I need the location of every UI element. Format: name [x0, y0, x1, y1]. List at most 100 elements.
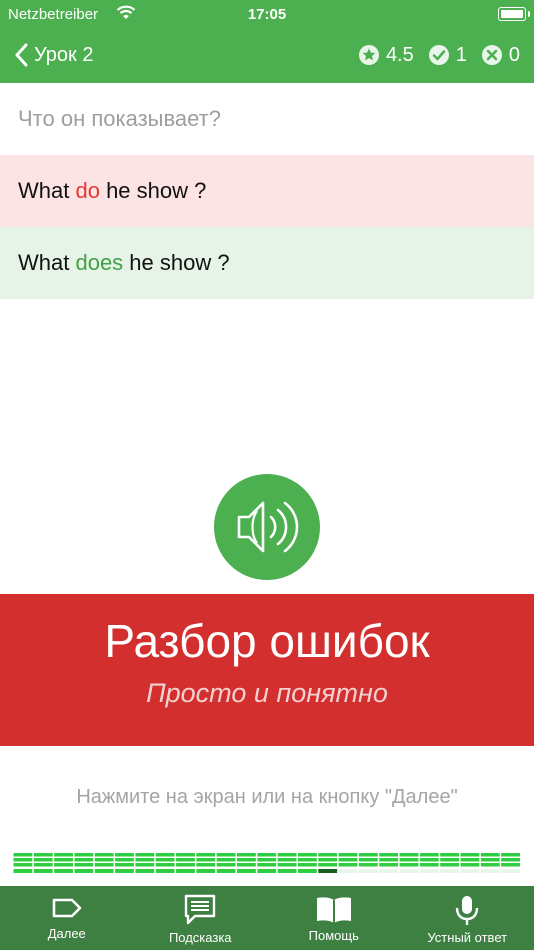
- progress-cell: [216, 853, 236, 857]
- progress-cell: [196, 858, 216, 862]
- progress-cell: [74, 858, 94, 862]
- progress-status-cell: [501, 869, 520, 873]
- microphone-icon: [456, 896, 479, 925]
- progress-cell: [460, 863, 480, 867]
- progress-status-cell: [460, 869, 480, 873]
- rating-stat: 4.5: [358, 44, 414, 67]
- back-label: Урок 2: [34, 43, 94, 66]
- progress-cell: [358, 858, 378, 862]
- progress-cell: [379, 863, 399, 867]
- progress-cell: [13, 863, 33, 867]
- progress-cell: [399, 858, 419, 862]
- wrong-answer-row: What do he show ?: [0, 155, 534, 227]
- book-icon: [316, 897, 351, 923]
- progress-cell: [460, 858, 480, 862]
- progress-cell: [297, 853, 317, 857]
- progress-cell: [13, 858, 33, 862]
- progress-cell: [257, 858, 277, 862]
- correct-answer-before: What: [18, 250, 76, 275]
- score-stats: 4.5 1 0: [344, 40, 520, 70]
- battery-icon: [498, 7, 530, 21]
- play-audio-button[interactable]: [214, 474, 320, 580]
- progress-cell: [33, 863, 53, 867]
- progress-status-cell: [13, 869, 33, 873]
- progress-status-cell: [257, 869, 277, 873]
- progress-cell: [135, 863, 155, 867]
- progress-status-cell: [440, 869, 460, 873]
- tab-next[interactable]: Далее: [0, 886, 134, 950]
- progress-cell: [318, 853, 338, 857]
- progress-cell: [297, 858, 317, 862]
- tab-voice-answer[interactable]: Устный ответ: [401, 886, 534, 950]
- tag-icon: [52, 898, 82, 918]
- progress-cell: [135, 853, 155, 857]
- speaker-icon: [237, 501, 299, 553]
- progress-cell: [480, 853, 500, 857]
- progress-cell: [115, 858, 134, 862]
- progress-cell: [419, 858, 439, 862]
- progress-cell: [54, 863, 73, 867]
- progress-cell: [54, 853, 73, 857]
- progress-cell: [74, 853, 94, 857]
- wrong-answer-before: What: [18, 178, 76, 203]
- progress-cell: [277, 853, 297, 857]
- progress-cell: [338, 863, 358, 867]
- progress-cell: [94, 863, 114, 867]
- correct-count: 1: [455, 43, 467, 66]
- progress-cell: [94, 858, 114, 862]
- tab-help[interactable]: Помощь: [267, 886, 401, 950]
- tab-help-label: Помощь: [308, 928, 359, 943]
- tab-hint-label: Подсказка: [168, 930, 232, 945]
- banner-title: Разбор ошибок: [104, 615, 430, 667]
- banner-subtitle: Просто и понятно: [146, 678, 388, 708]
- cross-circle-icon: [481, 45, 502, 65]
- progress-cell: [94, 853, 114, 857]
- question-text: Что он показывает?: [18, 106, 221, 131]
- tab-hint[interactable]: Подсказка: [134, 886, 268, 950]
- wrong-answer-highlight: do: [75, 178, 100, 203]
- progress-cell: [440, 858, 460, 862]
- tab-next-label: Далее: [47, 926, 86, 941]
- promo-banner[interactable]: Разбор ошибок Просто и понятно: [0, 594, 534, 746]
- progress-cell: [155, 863, 175, 867]
- correct-answer-highlight: does: [75, 250, 124, 275]
- progress-cell: [460, 853, 480, 857]
- progress-cell: [358, 853, 378, 857]
- progress-cell: [13, 853, 33, 857]
- back-button[interactable]: Урок 2: [14, 40, 93, 70]
- wrong-answer-after: he show ?: [99, 178, 207, 203]
- progress-status-cell: [176, 869, 195, 873]
- progress-cell: [257, 853, 277, 857]
- lesson-progress-grid: [13, 853, 520, 873]
- progress-status-cell: [358, 869, 378, 873]
- progress-status-cell: [216, 869, 236, 873]
- progress-cell: [399, 863, 419, 867]
- clock: 17:05: [247, 6, 287, 23]
- correct-answer-row: What does he show ?: [0, 227, 534, 299]
- progress-cell: [115, 853, 134, 857]
- check-circle-icon: [428, 45, 449, 65]
- progress-status-cell: [115, 869, 134, 873]
- nav-bar: Урок 2 4.5 1 0: [0, 30, 534, 80]
- progress-status-cell: [135, 869, 155, 873]
- progress-cell: [318, 858, 338, 862]
- progress-cell: [501, 853, 520, 857]
- progress-cell: [176, 853, 195, 857]
- star-icon: [358, 45, 379, 65]
- progress-cell: [501, 858, 520, 862]
- progress-cell: [501, 863, 520, 867]
- progress-cell: [237, 858, 256, 862]
- progress-cell: [277, 863, 297, 867]
- progress-cell: [196, 863, 216, 867]
- tab-bar: Далее Подсказка Помощь Устный ответ: [0, 886, 534, 950]
- progress-status-cell: [480, 869, 500, 873]
- progress-cell: [257, 863, 277, 867]
- progress-cell: [155, 858, 175, 862]
- progress-cell: [33, 853, 53, 857]
- progress-status-cell: [33, 869, 53, 873]
- progress-cell: [297, 863, 317, 867]
- progress-cell: [379, 858, 399, 862]
- progress-status-cell: [277, 869, 297, 873]
- progress-cell: [155, 853, 175, 857]
- progress-cell: [318, 863, 338, 867]
